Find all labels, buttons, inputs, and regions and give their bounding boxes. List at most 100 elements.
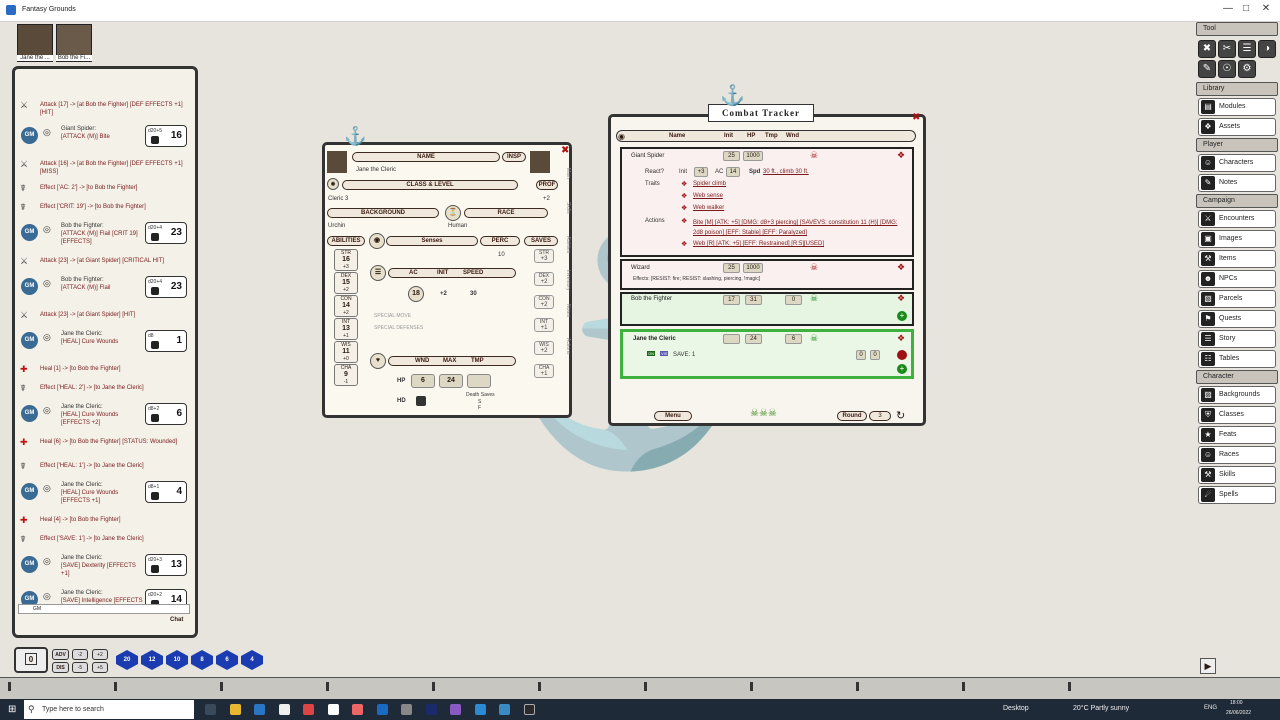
save-con[interactable]: CON +2 xyxy=(534,295,554,309)
ct-wizard-effects[interactable]: Effects: [RESIST: fire; RESIST: slashing… xyxy=(633,276,760,282)
ct-visibility-icon[interactable]: ◉ xyxy=(618,132,625,141)
cut-tool-icon[interactable]: ✂ xyxy=(1218,40,1236,58)
sidebar-item-items[interactable]: ⚒ Items xyxy=(1198,250,1276,268)
mod-plus5-button[interactable]: +5 xyxy=(92,662,108,673)
dice-roll-result[interactable]: d8 1 xyxy=(145,330,187,352)
jane-effect-vis-tag[interactable]: VIS xyxy=(660,351,669,356)
visibility-eye-icon[interactable]: ◎ xyxy=(43,591,51,602)
special-defenses[interactable]: SPECIAL DEFENSES xyxy=(374,325,423,331)
class-value[interactable]: Cleric 3 xyxy=(328,196,348,202)
sidebar-item-tables[interactable]: ☷ Tables xyxy=(1198,350,1276,368)
close-ct-icon[interactable]: ✖ xyxy=(912,112,920,123)
race-value[interactable]: Human xyxy=(448,223,467,229)
trait-1[interactable]: Web sense xyxy=(693,193,723,199)
modifier-value[interactable]: 0 xyxy=(25,653,37,665)
background-value[interactable]: Urchin xyxy=(328,223,345,229)
save-int[interactable]: INT +1 xyxy=(534,318,554,332)
light-tool-icon[interactable]: ☉ xyxy=(1218,60,1236,78)
ct-spider-hp[interactable]: 1000 xyxy=(743,151,763,161)
windows-start-icon[interactable]: ⊞ xyxy=(8,704,16,715)
section-tool[interactable]: Tool xyxy=(1196,22,1278,36)
tab-notes[interactable]: Notes xyxy=(563,304,571,317)
next-turn-icon[interactable]: ↻ xyxy=(896,409,905,422)
ct-jane-hp[interactable]: 24 xyxy=(745,334,762,344)
taskbar-date[interactable]: 26/06/2022 xyxy=(1226,710,1251,716)
visibility-eye-icon[interactable]: ◎ xyxy=(43,405,51,416)
ct-jane-wnd[interactable]: 6 xyxy=(785,334,802,344)
visibility-eye-icon[interactable]: ◎ xyxy=(43,483,51,494)
tmp-value[interactable] xyxy=(467,374,491,388)
app-icon-b[interactable] xyxy=(303,704,314,715)
ct-spider-speed[interactable]: 30 ft., climb 30 ft. xyxy=(763,169,809,175)
jane-effect-on-tag[interactable]: ON xyxy=(647,351,655,356)
ac-value[interactable]: 18 xyxy=(408,286,424,302)
mod-minus2-button[interactable]: -2 xyxy=(72,649,88,660)
section-character[interactable]: Character xyxy=(1196,370,1278,384)
wnd-value[interactable]: 6 xyxy=(411,374,435,388)
ability-int[interactable]: INT 13 +1 xyxy=(334,318,358,340)
maximize-button[interactable]: □ xyxy=(1236,3,1256,14)
sidebar-item-backgrounds[interactable]: ▨ Backgrounds xyxy=(1198,386,1276,404)
dis-button[interactable]: DIS xyxy=(52,662,69,673)
chat-button[interactable]: Chat xyxy=(170,617,183,623)
dice-roll-result[interactable]: d8+2 6 xyxy=(145,403,187,425)
lighting-tool-icon[interactable]: ☰ xyxy=(1238,40,1256,58)
sidebar-item-notes[interactable]: ✎ Notes xyxy=(1198,174,1276,192)
sidebar-item-npcs[interactable]: ☻ NPCs xyxy=(1198,270,1276,288)
app-icon-d[interactable] xyxy=(475,704,486,715)
sidebar-item-story[interactable]: ☰ Story xyxy=(1198,330,1276,348)
ability-wis[interactable]: WIS 11 +0 xyxy=(334,341,358,363)
ability-cha[interactable]: CHA 9 -1 xyxy=(334,364,358,386)
adv-button[interactable]: ADV xyxy=(52,649,69,660)
ct-round-value[interactable]: 3 xyxy=(869,411,891,421)
jane-remove-effect-icon[interactable] xyxy=(897,350,907,360)
task-view-icon[interactable] xyxy=(205,704,216,715)
dice-roll-result[interactable]: d20+4 23 xyxy=(145,276,187,298)
photoshop-icon[interactable] xyxy=(426,704,437,715)
death-saves-fail[interactable]: F xyxy=(478,405,481,411)
visibility-eye-icon[interactable]: ◎ xyxy=(43,224,51,235)
minimize-button[interactable]: — xyxy=(1218,3,1238,14)
ct-jane-name[interactable]: Jane the Cleric xyxy=(633,336,676,342)
sheet-portrait[interactable] xyxy=(327,151,347,173)
visibility-eye-icon[interactable]: ◎ xyxy=(43,127,51,138)
ability-dex[interactable]: DEX 15 +2 xyxy=(334,272,358,294)
sidebar-item-assets[interactable]: ❖ Assets xyxy=(1198,118,1276,136)
jane-add-effect-icon[interactable]: + xyxy=(897,364,907,374)
ct-spider-init-bonus[interactable]: +3 xyxy=(694,167,708,177)
ability-con[interactable]: CON 14 +2 xyxy=(334,295,358,317)
sidebar-item-quests[interactable]: ⚑ Quests xyxy=(1198,310,1276,328)
firefox-icon[interactable] xyxy=(352,704,363,715)
special-move[interactable]: SPECIAL MOVE xyxy=(374,313,411,319)
ct-spider-ac[interactable]: 14 xyxy=(726,167,740,177)
ct-wizard-init[interactable]: 25 xyxy=(723,263,740,273)
steam-icon[interactable] xyxy=(254,704,265,715)
sidebar-item-images[interactable]: ▣ Images xyxy=(1198,230,1276,248)
taskbar-time[interactable]: 18:00 xyxy=(1230,700,1243,706)
hit-die-icon[interactable] xyxy=(416,396,426,406)
race-toggle-icon[interactable]: ⏳ xyxy=(445,205,461,221)
section-campaign[interactable]: Campaign xyxy=(1196,194,1278,208)
delete-tool-icon[interactable]: ✖ xyxy=(1198,40,1216,58)
ct-spider-name[interactable]: Giant Spider xyxy=(631,153,664,159)
app-icon-f[interactable] xyxy=(524,704,535,715)
app-icon-a[interactable] xyxy=(279,704,290,715)
sidebar-item-parcels[interactable]: ▧ Parcels xyxy=(1198,290,1276,308)
dice-roll-result[interactable]: d20+3 13 xyxy=(145,554,187,576)
contrast-tool-icon[interactable]: ◑ xyxy=(1258,40,1276,58)
taskbar-desktop-label[interactable]: Desktop xyxy=(1003,705,1029,712)
speed-value[interactable]: 30 xyxy=(470,291,477,297)
save-dex[interactable]: DEX +2 xyxy=(534,272,554,286)
sidebar-item-characters[interactable]: ☺ Characters xyxy=(1198,154,1276,172)
sheet-token[interactable] xyxy=(530,151,550,173)
tab-actions[interactable]: Actions xyxy=(563,338,571,354)
sidebar-item-feats[interactable]: ★ Feats xyxy=(1198,426,1276,444)
ct-wizard-hp[interactable]: 1000 xyxy=(743,263,763,273)
visibility-eye-icon[interactable]: ◎ xyxy=(43,278,51,289)
visibility-eye-icon[interactable]: ◎ xyxy=(43,556,51,567)
dice-roll-result[interactable]: d8+1 4 xyxy=(145,481,187,503)
chrome-icon[interactable] xyxy=(328,704,339,715)
ct-skull-group-icon[interactable]: ☠☠☠ xyxy=(750,408,777,419)
taskbar-search[interactable]: Type here to search xyxy=(24,700,194,719)
sidebar-item-classes[interactable]: ⛨ Classes xyxy=(1198,406,1276,424)
